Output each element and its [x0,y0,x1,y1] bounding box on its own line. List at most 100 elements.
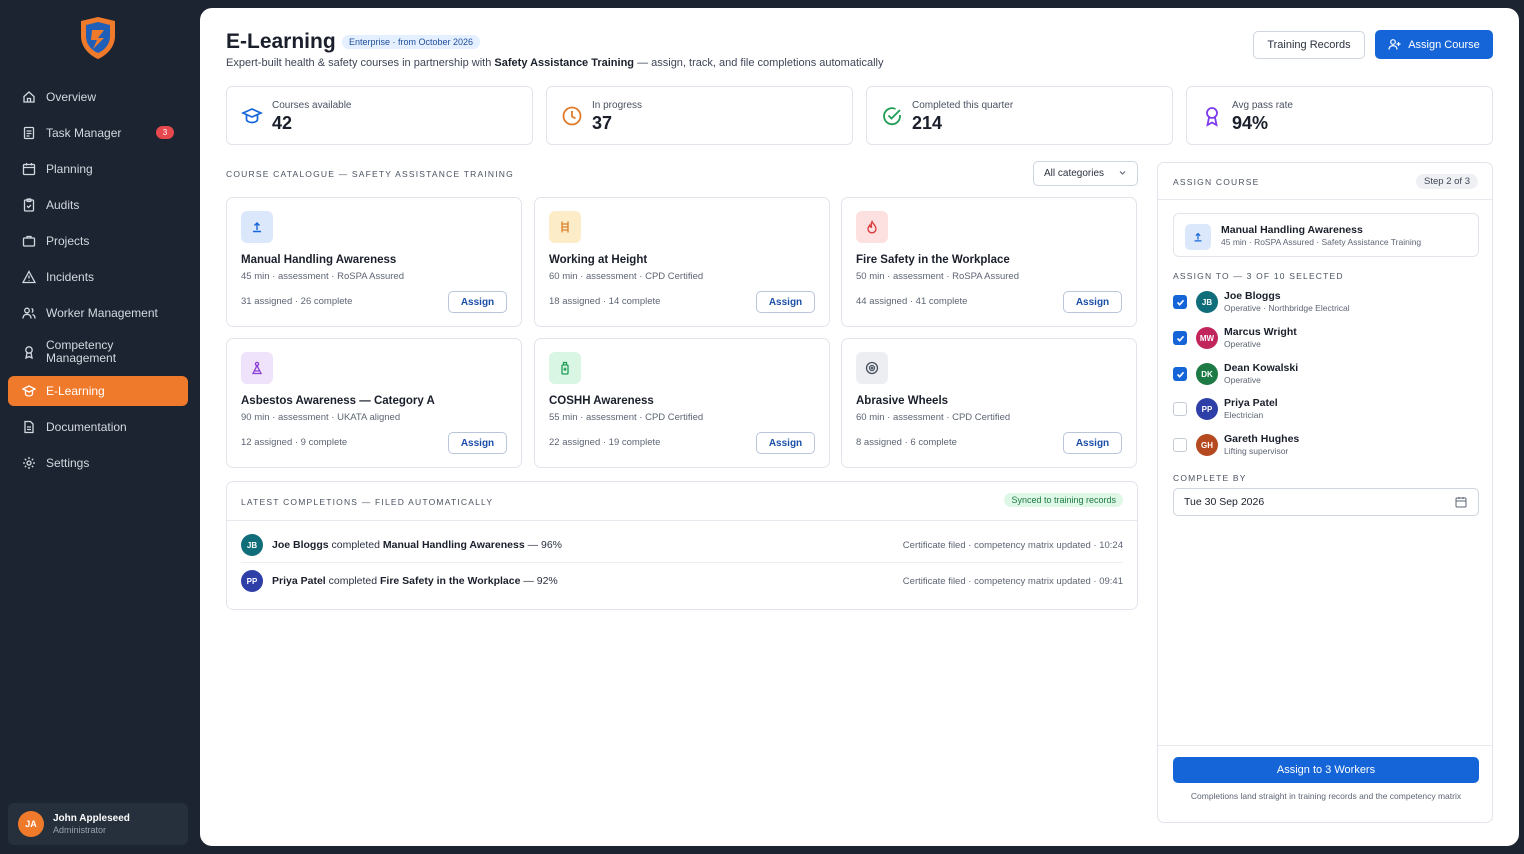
course-name: Fire Safety in the Workplace [379,575,521,587]
course-title: Working at Height [549,254,648,266]
course-stats: 31 assigned · 26 complete [241,296,353,307]
sidebar-item-worker-management[interactable]: Worker Management [8,298,188,328]
assign-button[interactable]: Assign [448,432,507,454]
sidebar-item-audits[interactable]: Audits [8,190,188,220]
checkbox[interactable] [1173,295,1187,309]
page-subtitle: Expert-built health & safety courses in … [226,57,883,69]
completion-score: — 96% [524,539,563,551]
assign-course-button[interactable]: Assign Course [1375,30,1493,59]
stat-label: In progress [592,100,643,111]
sidebar-item-settings[interactable]: Settings [8,448,188,478]
sidebar-item-task-manager[interactable]: Task Manager 3 [8,118,188,148]
course-card-asbestos[interactable]: Asbestos Awareness — Category A 90 min ·… [226,338,522,468]
award-icon [1201,105,1223,127]
sidebar: Overview Task Manager 3 Planning Audits … [0,0,200,854]
course-meta: 60 min · assessment · CPD Certified [856,412,1011,423]
course-card-coshh[interactable]: COSHH Awareness 55 min · assessment · CP… [534,338,830,468]
checklist-icon [22,126,36,140]
due-date-value: Tue 30 Sep 2026 [1184,496,1265,508]
sync-status-badge: Synced to training records [1004,493,1123,507]
course-title: Abrasive Wheels [856,395,949,407]
assign-button[interactable]: Assign [756,432,815,454]
subtitle-text: Expert-built health & safety courses in … [226,57,495,69]
page-title: E-Learning [226,30,336,53]
worker-name: Joe Bloggs [1224,290,1281,302]
course-meta: 55 min · assessment · CPD Certified [549,412,704,423]
stat-card-pass-rate: Avg pass rate 94% [1186,86,1493,145]
worker-option[interactable]: PP Priya Patel Electrician [1173,394,1473,424]
worker-name: Joe Bloggs [272,539,329,551]
completion-row[interactable]: PP Priya Patel completed Fire Safety in … [241,568,1123,594]
assign-to-heading: Assign to — 3 of 10 selected [1173,271,1344,281]
selected-course-meta: 45 min · RoSPA Assured · Safety Assistan… [1221,237,1422,247]
sidebar-item-label: Worker Management [46,305,158,320]
clock-icon [561,105,583,127]
task-count-badge: 3 [156,126,174,139]
assign-button[interactable]: Assign [448,291,507,313]
avatar: JA [18,811,44,837]
sidebar-item-projects[interactable]: Projects [8,226,188,256]
checkbox[interactable] [1173,402,1187,416]
sidebar-item-incidents[interactable]: Incidents [8,262,188,292]
checkbox[interactable] [1173,367,1187,381]
sidebar-nav: Overview Task Manager 3 Planning Audits … [8,82,188,484]
sidebar-item-planning[interactable]: Planning [8,154,188,184]
sidebar-item-documentation[interactable]: Documentation [8,412,188,442]
stat-card-courses: Courses available 42 [226,86,533,145]
sidebar-item-label: E-Learning [46,383,105,398]
sidebar-item-overview[interactable]: Overview [8,82,188,112]
worker-option[interactable]: DK Dean Kowalski Operative [1173,359,1473,389]
course-card-working-at-height[interactable]: Working at Height 60 min · assessment · … [534,197,830,327]
step-badge: Step 2 of 3 [1416,174,1478,189]
assign-button[interactable]: Assign [756,291,815,313]
course-name: Manual Handling Awareness [382,539,525,551]
sidebar-item-label: Task Manager [46,125,122,140]
calendar-icon[interactable] [1455,496,1467,511]
worker-option[interactable]: GH Gareth Hughes Lifting supervisor [1173,430,1473,460]
worker-option[interactable]: JB Joe Bloggs Operative · Northbridge El… [1173,287,1473,317]
worker-name: Priya Patel [1224,397,1278,409]
sidebar-item-label: Projects [46,233,90,248]
stat-value: 214 [912,113,943,133]
assign-button[interactable]: Assign [1063,432,1122,454]
course-title: Fire Safety in the Workplace [856,254,1010,266]
assign-course-label: Assign Course [1408,38,1480,51]
calendar-icon [22,162,36,176]
course-stats: 12 assigned · 9 complete [241,437,348,448]
main-content: E-Learning Enterprise · from October 202… [200,8,1519,846]
course-card-fire-safety[interactable]: Fire Safety in the Workplace 50 min · as… [841,197,1137,327]
app-window: Overview Task Manager 3 Planning Audits … [0,0,1524,854]
course-card-abrasive-wheels[interactable]: Abrasive Wheels 60 min · assessment · CP… [841,338,1137,468]
ladder-icon [549,211,581,243]
worker-role: Operative [1224,339,1261,349]
sidebar-item-competency-management[interactable]: Competency Management [8,334,188,370]
complete-by-heading: Complete by [1173,473,1247,483]
stat-card-in-progress: In progress 37 [546,86,853,145]
avatar: PP [241,570,263,592]
training-records-button[interactable]: Training Records [1253,31,1365,59]
category-filter-select[interactable]: All categories [1033,161,1138,186]
users-icon [22,306,36,320]
completion-row[interactable]: JB Joe Bloggs completed Manual Handling … [241,532,1123,558]
wheel-icon [856,352,888,384]
avatar: MW [1196,327,1218,349]
checkbox[interactable] [1173,438,1187,452]
home-icon [22,90,36,104]
stat-value: 94% [1232,113,1269,133]
brand-shield-logo[interactable] [78,16,118,60]
checkbox[interactable] [1173,331,1187,345]
due-date-field[interactable]: Tue 30 Sep 2026 [1173,488,1479,516]
worker-role: Operative · Northbridge Electrical [1224,303,1350,313]
avatar: JB [1196,291,1218,313]
sidebar-item-label: Audits [46,197,80,212]
worker-role: Electrician [1224,410,1264,420]
avatar: GH [1196,434,1218,456]
sidebar-item-e-learning[interactable]: E-Learning [8,376,188,406]
assign-workers-button[interactable]: Assign to 3 Workers [1173,757,1479,783]
stat-value: 37 [592,113,613,133]
worker-option[interactable]: MW Marcus Wright Operative [1173,323,1473,353]
graduation-cap-icon [240,105,264,127]
assign-button[interactable]: Assign [1063,291,1122,313]
course-card-manual-handling[interactable]: Manual Handling Awareness 45 min · asses… [226,197,522,327]
user-profile[interactable]: JA John Appleseed Administrator [8,803,188,845]
